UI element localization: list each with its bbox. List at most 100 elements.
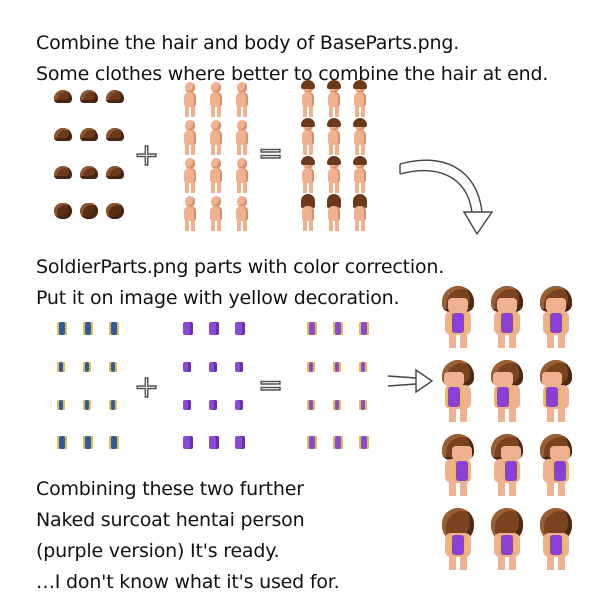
purple-part xyxy=(202,386,228,424)
soldier-part xyxy=(50,348,76,386)
combined-sprite xyxy=(320,118,346,156)
hair-parts-grid xyxy=(50,78,128,230)
mixed-part xyxy=(352,348,378,386)
soldier-part xyxy=(102,310,128,348)
equals-sign-2: = xyxy=(257,367,284,404)
purple-part xyxy=(228,424,254,462)
soldier-part xyxy=(102,424,128,462)
soldier-part xyxy=(50,310,76,348)
intro-line-1: Combine the hair and body of BaseParts.p… xyxy=(36,32,460,54)
body-sprite xyxy=(176,118,202,156)
final-text: Combining these two further Naked surcoa… xyxy=(36,474,340,598)
mixed-part xyxy=(352,424,378,462)
hair-sprite xyxy=(50,116,76,154)
combined-sprite xyxy=(346,118,372,156)
body-sprite xyxy=(176,80,202,118)
right-arrow-icon xyxy=(387,368,434,394)
final-line-1: Combining these two further xyxy=(36,478,304,500)
body-sprite xyxy=(228,194,254,232)
final-sprite xyxy=(436,508,480,570)
purple-part xyxy=(202,424,228,462)
final-line-4: …I don't know what it's used for. xyxy=(36,571,340,593)
purple-part xyxy=(176,424,202,462)
purple-parts-grid xyxy=(176,310,254,462)
mixed-part xyxy=(352,310,378,348)
body-sprite xyxy=(202,156,228,194)
combined-sprite xyxy=(320,194,346,232)
combined-sprite xyxy=(294,118,320,156)
body-sprite xyxy=(202,194,228,232)
hair-sprite xyxy=(102,154,128,192)
combined-sprite xyxy=(294,156,320,194)
hair-sprite xyxy=(50,78,76,116)
body-parts-grid xyxy=(176,80,254,232)
hair-sprite xyxy=(76,154,102,192)
soldier-part xyxy=(76,424,102,462)
soldier-part xyxy=(76,348,102,386)
equals-sign: = xyxy=(257,135,284,172)
hair-sprite xyxy=(50,192,76,230)
hair-sprite xyxy=(50,154,76,192)
purple-part xyxy=(228,310,254,348)
soldier-line-1: SoldierParts.png parts with color correc… xyxy=(36,256,445,278)
final-sprite xyxy=(485,360,529,422)
mixed-part xyxy=(326,348,352,386)
final-sprite xyxy=(485,508,529,570)
mixed-part xyxy=(300,310,326,348)
purple-part xyxy=(202,310,228,348)
soldier-part xyxy=(50,386,76,424)
purple-part xyxy=(228,348,254,386)
purple-part xyxy=(202,348,228,386)
mixed-part xyxy=(326,386,352,424)
curved-arrow-icon xyxy=(399,159,494,236)
mixed-part xyxy=(300,386,326,424)
soldier-part xyxy=(102,386,128,424)
soldier-part xyxy=(102,348,128,386)
plus-sign: + xyxy=(133,137,160,174)
combined-sprite xyxy=(320,156,346,194)
soldier-text: SoldierParts.png parts with color correc… xyxy=(36,252,444,314)
final-sprite xyxy=(436,286,480,348)
mixed-part xyxy=(352,386,378,424)
mixed-part xyxy=(326,310,352,348)
combined-sprite xyxy=(294,80,320,118)
final-sprite xyxy=(436,360,480,422)
final-line-2: Naked surcoat hentai person xyxy=(36,509,305,531)
hair-sprite xyxy=(102,192,128,230)
hair-sprite xyxy=(102,78,128,116)
mixed-part xyxy=(300,424,326,462)
combined-sprite xyxy=(294,194,320,232)
body-sprite xyxy=(202,118,228,156)
body-sprite xyxy=(228,80,254,118)
body-sprite xyxy=(202,80,228,118)
body-sprite xyxy=(176,194,202,232)
purple-part xyxy=(176,348,202,386)
final-sprite xyxy=(534,434,578,496)
combined-sprite xyxy=(346,80,372,118)
final-line-3: (purple version) It's ready. xyxy=(36,540,280,562)
final-sprite xyxy=(534,360,578,422)
combined-sprite xyxy=(320,80,346,118)
final-sprite xyxy=(534,286,578,348)
purple-part xyxy=(228,386,254,424)
soldier-part xyxy=(76,310,102,348)
final-sprite xyxy=(436,434,480,496)
hair-sprite xyxy=(102,116,128,154)
final-sprite xyxy=(485,434,529,496)
soldier-part xyxy=(50,424,76,462)
final-sprite xyxy=(485,286,529,348)
body-sprite xyxy=(228,156,254,194)
hair-sprite xyxy=(76,78,102,116)
purple-part xyxy=(176,310,202,348)
body-sprite xyxy=(228,118,254,156)
plus-sign-2: + xyxy=(133,369,160,406)
mixed-parts-grid xyxy=(300,310,378,462)
combined-base-grid xyxy=(294,80,372,232)
body-sprite xyxy=(176,156,202,194)
mixed-part xyxy=(300,348,326,386)
combined-sprite xyxy=(346,194,372,232)
purple-part xyxy=(176,386,202,424)
soldier-parts-grid xyxy=(50,310,128,462)
final-sprite xyxy=(534,508,578,570)
combined-sprite xyxy=(346,156,372,194)
